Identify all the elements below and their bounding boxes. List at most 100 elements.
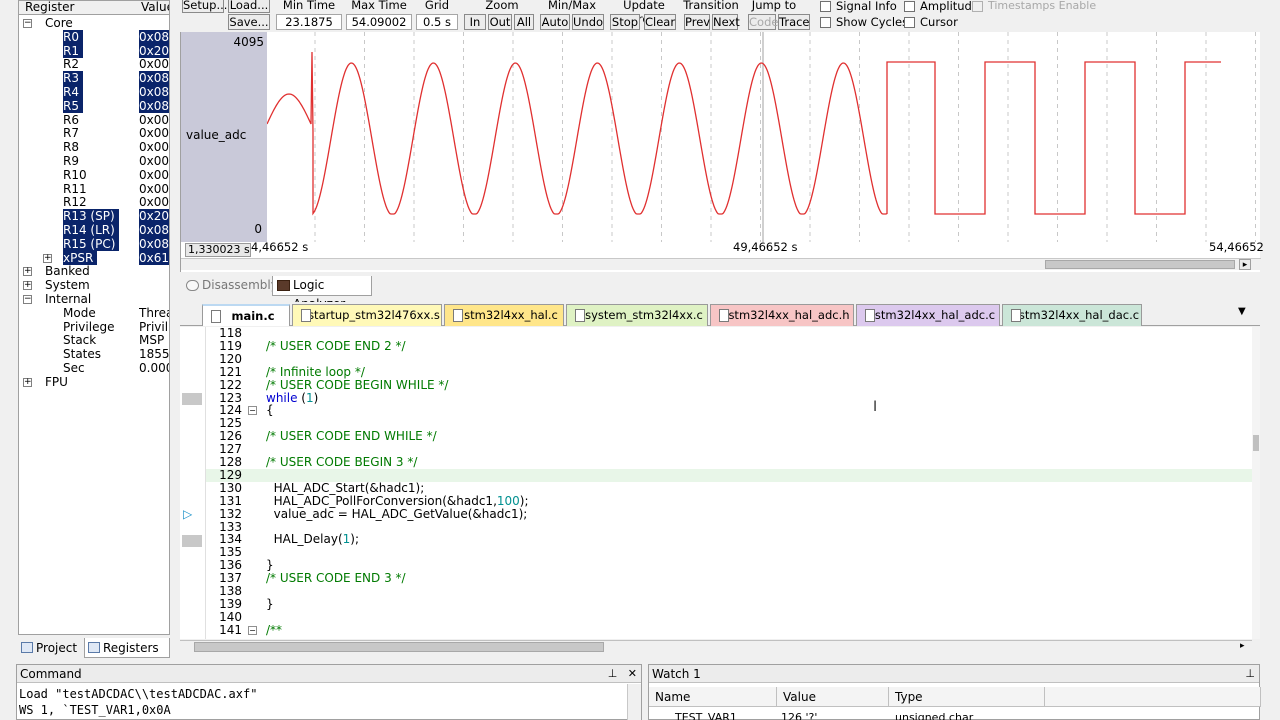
register-row[interactable]: R15 (PC) 0x08 — [19, 236, 169, 251]
breakpoint-marker[interactable] — [182, 535, 202, 547]
code-editor[interactable]: ▷ 118 119/* USER CODE END 2 */120 121/* In… — [180, 327, 1252, 639]
register-row[interactable]: R4 0x08 — [19, 85, 169, 99]
register-row[interactable]: + xPSR 0x61 — [19, 250, 169, 265]
register-row[interactable]: R0 0x08 — [19, 29, 169, 44]
register-value[interactable]: 0x00 — [139, 126, 169, 140]
timestamps-checkbox[interactable] — [972, 1, 983, 12]
code-button[interactable]: Code — [748, 14, 778, 30]
register-value[interactable]: 0x00 — [139, 113, 169, 127]
register-value[interactable]: 0x00 — [139, 57, 169, 71]
amplitude-checkbox[interactable] — [904, 1, 915, 12]
code-line[interactable]: 119 /* USER CODE END 2 */ — [206, 339, 1252, 353]
register-column-header[interactable]: Register — [25, 1, 74, 14]
register-value[interactable]: 0x00 — [139, 168, 169, 182]
plot-horizontal-scrollbar[interactable]: ▸ — [181, 258, 1261, 270]
register-value[interactable]: 0x08 — [139, 223, 169, 237]
register-row[interactable]: R10 0x00 — [19, 168, 169, 182]
register-row[interactable]: − Internal — [19, 292, 169, 306]
watch-row-value[interactable]: 126 '?' — [781, 711, 817, 720]
editor-tab[interactable]: main.c — [202, 304, 290, 326]
register-value[interactable]: 0x20 — [139, 209, 169, 224]
register-row[interactable]: + Banked — [19, 264, 169, 278]
register-row[interactable]: − Core — [19, 16, 169, 30]
register-row[interactable]: R2 0x00 — [19, 57, 169, 71]
tab-project[interactable]: Project — [18, 638, 82, 658]
register-value[interactable]: 0x20 — [139, 43, 169, 58]
code-line[interactable]: 140 — [206, 610, 1252, 624]
prev-button[interactable]: Prev — [684, 14, 710, 30]
breakpoint-marker[interactable] — [182, 393, 202, 405]
zoom-all-button[interactable]: All — [514, 14, 534, 30]
zoom-out-button[interactable]: Out — [488, 14, 512, 30]
editor-tab[interactable]: startup_stm32l476xx.s — [292, 304, 442, 326]
register-row[interactable]: R11 0x00 — [19, 182, 169, 196]
editor-tab[interactable]: stm32l4xx_hal.c — [444, 304, 564, 326]
code-line[interactable]: 123 while (1) — [206, 391, 1252, 405]
collapse-icon[interactable]: − — [23, 295, 32, 304]
register-value[interactable]: 0x61 — [139, 250, 169, 265]
register-row[interactable]: R6 0x00 — [19, 113, 169, 127]
code-line[interactable]: 129 — [206, 468, 1252, 482]
register-row[interactable]: Mode Threa — [19, 306, 169, 320]
expand-icon[interactable]: + — [23, 267, 32, 277]
fold-icon[interactable]: − — [248, 625, 257, 635]
next-button[interactable]: Next — [712, 14, 740, 30]
register-value[interactable]: 0x08 — [139, 85, 169, 99]
code-line[interactable]: 131 HAL_ADC_PollForConversion(&hadc1,100… — [206, 494, 1252, 508]
load-button[interactable]: Load... — [228, 0, 270, 13]
code-line[interactable]: 122/* USER CODE BEGIN WHILE */ — [206, 378, 1252, 392]
register-row[interactable]: Stack MSP — [19, 333, 169, 347]
code-line[interactable]: 128/* USER CODE BEGIN 3 */ — [206, 456, 1252, 469]
watch-row-name[interactable]: TEST_VAR1 — [675, 711, 737, 720]
plot-scroll-thumb[interactable] — [1045, 260, 1235, 269]
auto-button[interactable]: Auto — [540, 14, 570, 30]
register-row[interactable]: R3 0x08 — [19, 71, 169, 86]
register-value[interactable]: 0x08 — [139, 98, 169, 113]
stop-button[interactable]: Stop — [610, 14, 640, 30]
watch-col-value[interactable]: Value — [777, 687, 889, 707]
pin-icon[interactable]: ⊥ — [1245, 667, 1255, 680]
register-value[interactable]: 0x00 — [139, 195, 169, 209]
show-cycles-checkbox[interactable] — [820, 17, 831, 28]
code-line[interactable]: 126/* USER CODE END WHILE */ — [206, 430, 1252, 443]
cursor-checkbox[interactable] — [904, 17, 915, 28]
code-line[interactable]: 121 /* Infinite loop */ — [206, 365, 1252, 379]
register-value[interactable]: Privil — [139, 320, 169, 334]
register-value[interactable]: Threa — [139, 306, 169, 320]
register-row[interactable]: States 1855 — [19, 347, 169, 361]
watch-col-name[interactable]: Name — [649, 687, 777, 707]
undo-button[interactable]: Undo — [572, 14, 604, 30]
close-icon[interactable]: ✕ — [628, 667, 637, 680]
register-row[interactable]: R13 (SP) 0x20 — [19, 209, 169, 224]
code-line[interactable]: 134 HAL_Delay(1); — [206, 533, 1252, 546]
signal-name[interactable]: value_adc — [186, 128, 246, 142]
zoom-in-button[interactable]: In — [464, 14, 486, 30]
code-line[interactable]: 120 — [206, 352, 1252, 366]
register-row[interactable]: Sec 0.000 — [19, 361, 169, 375]
register-value[interactable]: 0x08 — [139, 236, 169, 251]
register-row[interactable]: + FPU — [19, 375, 169, 389]
register-row[interactable]: Privilege Privil — [19, 320, 169, 334]
waveform-canvas[interactable] — [267, 32, 1261, 242]
signal-info-checkbox[interactable] — [820, 1, 831, 12]
register-value[interactable]: 0.000 — [139, 361, 169, 375]
register-value[interactable]: 0x00 — [139, 140, 169, 154]
editor-tab[interactable]: stm32l4xx_hal_adc.h — [710, 304, 854, 326]
collapse-icon[interactable]: − — [23, 19, 32, 28]
value-column-header[interactable]: Value — [141, 1, 169, 14]
tab-registers[interactable]: Registers — [84, 638, 170, 658]
save-button[interactable]: Save... — [228, 14, 270, 30]
setup-button[interactable]: Setup... — [182, 0, 227, 13]
code-line[interactable]: 141−/** — [206, 623, 1252, 637]
code-line[interactable]: 133 — [206, 520, 1252, 534]
watch-col-type[interactable]: Type — [889, 687, 1045, 707]
scroll-right-icon[interactable]: ▸ — [1239, 259, 1251, 270]
register-value[interactable]: 1855 — [139, 347, 169, 361]
register-row[interactable]: R9 0x00 — [19, 154, 169, 168]
register-row[interactable]: R12 0x00 — [19, 195, 169, 209]
pin-icon[interactable]: ⊥ — [608, 667, 618, 680]
expand-icon[interactable]: + — [23, 281, 32, 291]
code-line[interactable]: 124−{ — [206, 404, 1252, 417]
register-row[interactable]: R8 0x00 — [19, 140, 169, 154]
code-line[interactable]: 135 — [206, 546, 1252, 559]
